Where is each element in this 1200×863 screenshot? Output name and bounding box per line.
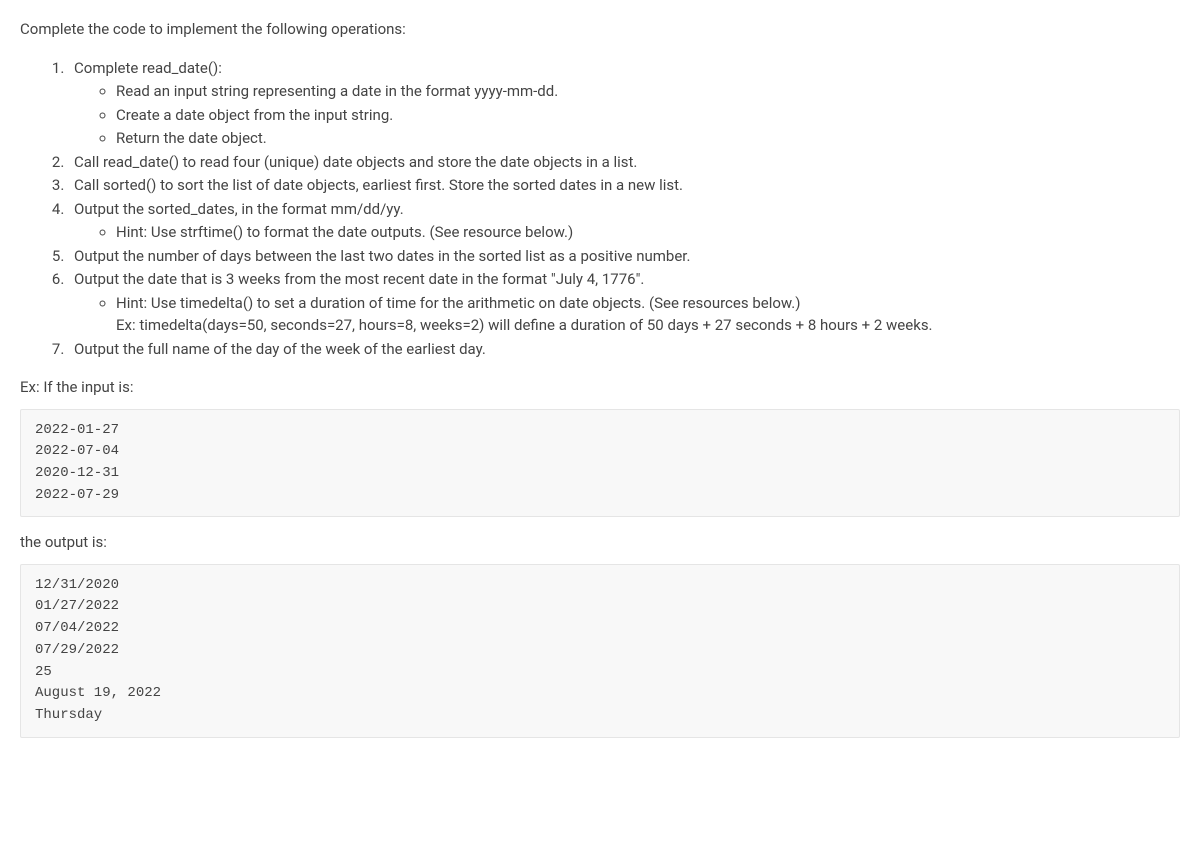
example-output-label: the output is:	[20, 531, 1180, 554]
sub-list: Read an input string representing a date…	[74, 80, 1180, 150]
sub-item: Create a date object from the input stri…	[116, 104, 1180, 127]
step-text: Output the date that is 3 weeks from the…	[74, 270, 644, 288]
step-text: Output the sorted_dates, in the format m…	[74, 200, 404, 218]
steps-list: Complete read_date(): Read an input stri…	[20, 57, 1180, 361]
step-text: Call sorted() to sort the list of date o…	[74, 176, 683, 194]
step-text: Output the number of days between the la…	[74, 247, 690, 265]
example-input-label: Ex: If the input is:	[20, 376, 1180, 399]
sub-list: Hint: Use strftime() to format the date …	[74, 221, 1180, 244]
sub-item: Hint: Use timedelta() to set a duration …	[116, 292, 1180, 337]
step-text: Complete read_date():	[74, 59, 222, 77]
step-item: Output the number of days between the la…	[68, 245, 1180, 268]
step-item: Call read_date() to read four (unique) d…	[68, 151, 1180, 174]
step-item: Call sorted() to sort the list of date o…	[68, 174, 1180, 197]
step-text: Call read_date() to read four (unique) d…	[74, 153, 637, 171]
intro-text: Complete the code to implement the follo…	[20, 18, 1180, 41]
step-text: Output the full name of the day of the w…	[74, 340, 486, 358]
example-output-block: 12/31/2020 01/27/2022 07/04/2022 07/29/2…	[20, 564, 1180, 738]
sub-item: Hint: Use strftime() to format the date …	[116, 221, 1180, 244]
step-item: Output the full name of the day of the w…	[68, 338, 1180, 361]
step-item: Output the sorted_dates, in the format m…	[68, 198, 1180, 244]
example-input-block: 2022-01-27 2022-07-04 2020-12-31 2022-07…	[20, 409, 1180, 518]
sub-list: Hint: Use timedelta() to set a duration …	[74, 292, 1180, 337]
sub-item: Read an input string representing a date…	[116, 80, 1180, 103]
step-item: Complete read_date(): Read an input stri…	[68, 57, 1180, 150]
sub-item: Return the date object.	[116, 127, 1180, 150]
step-item: Output the date that is 3 weeks from the…	[68, 268, 1180, 337]
